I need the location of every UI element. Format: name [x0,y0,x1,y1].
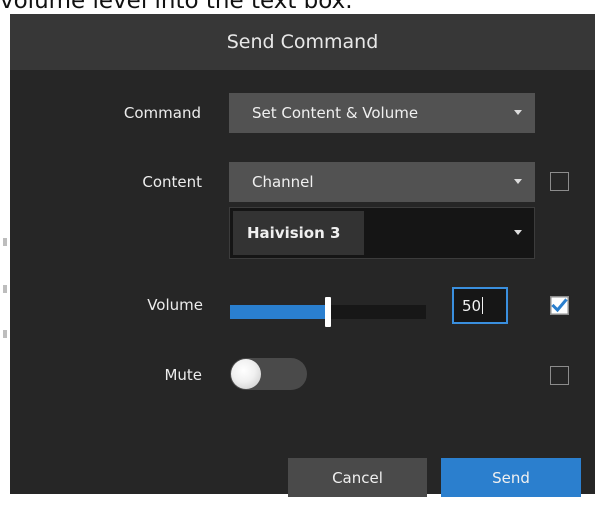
background-mark [3,285,7,293]
background-mark [3,330,7,338]
send-button[interactable]: Send [441,458,581,497]
send-command-dialog: Send Command Command Set Content & Volum… [10,14,595,497]
chevron-down-icon [514,110,522,115]
chevron-down-icon [514,179,522,184]
chevron-down-icon [514,230,522,235]
content-label: Content [142,173,202,191]
volume-apply-checkbox[interactable] [550,296,569,315]
content-type-value: Channel [252,173,314,191]
channel-selected-chip: Haivision 3 [233,211,364,255]
command-dropdown-value: Set Content & Volume [252,104,419,122]
checkmark-icon [550,296,569,315]
mute-label: Mute [164,366,202,384]
mute-apply-checkbox[interactable] [550,366,569,385]
background-caption: volume level into the text box. [0,0,353,14]
dialog-title: Send Command [226,31,379,53]
dialog-header: Send Command [10,14,595,70]
channel-select[interactable]: Haivision 3 [229,207,535,259]
volume-input[interactable]: 50 [452,287,508,324]
volume-slider-fill [230,305,328,319]
volume-label: Volume [147,296,203,314]
cancel-button[interactable]: Cancel [288,458,427,497]
volume-slider[interactable] [230,296,426,328]
text-cursor [482,297,484,314]
volume-slider-thumb[interactable] [325,297,331,327]
content-apply-checkbox[interactable] [550,172,569,191]
background-mark [3,238,7,246]
command-dropdown[interactable]: Set Content & Volume [229,93,535,133]
content-type-dropdown[interactable]: Channel [229,162,535,202]
mute-toggle-knob [231,359,261,389]
command-label: Command [123,104,201,122]
page: volume level into the text box. Send Com… [0,0,603,517]
mute-toggle[interactable] [230,358,307,390]
volume-input-value: 50 [462,296,482,315]
